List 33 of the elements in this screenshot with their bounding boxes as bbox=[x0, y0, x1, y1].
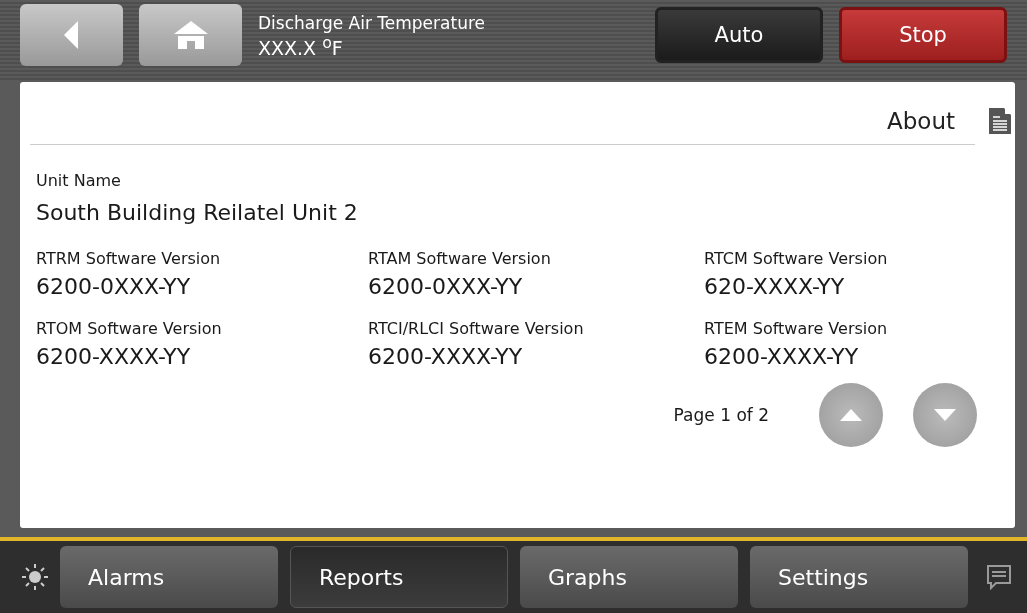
mode-button[interactable]: Auto bbox=[655, 7, 823, 63]
nav-tab[interactable]: Alarms bbox=[60, 546, 278, 608]
chat-icon[interactable] bbox=[986, 564, 1012, 590]
home-button[interactable] bbox=[139, 4, 242, 66]
mode-button[interactable]: Stop bbox=[839, 7, 1007, 63]
home-icon bbox=[173, 21, 208, 49]
document-icon bbox=[989, 108, 1011, 134]
sensor-value: XXX.X $^{o}$F bbox=[258, 32, 344, 60]
field-value: South Building Reilatel Unit 2 bbox=[36, 200, 359, 225]
page-title: About bbox=[887, 108, 955, 134]
up-icon bbox=[840, 409, 862, 421]
down-icon bbox=[934, 409, 956, 421]
nav-tab[interactable]: Reports bbox=[290, 546, 508, 608]
field-label: RTCM Software Version bbox=[704, 249, 889, 268]
back-icon bbox=[63, 21, 80, 49]
sensor-label: Discharge Air Temperature bbox=[258, 12, 486, 33]
field-value: 6200-0XXX-YY bbox=[36, 274, 192, 299]
page-indicator: Page 1 of 2 bbox=[673, 405, 769, 425]
nav-tab[interactable]: Settings bbox=[750, 546, 968, 608]
back-button[interactable] bbox=[20, 4, 123, 66]
field-value: 6200-XXXX-YY bbox=[368, 344, 524, 369]
field-label: RTEM Software Version bbox=[704, 319, 889, 338]
field-label: Unit Name bbox=[36, 171, 122, 190]
field-value: 6200-XXXX-YY bbox=[704, 344, 860, 369]
field-value: 620-XXXX-YY bbox=[704, 274, 846, 299]
field-value: 6200-XXXX-YY bbox=[36, 344, 192, 369]
field-label: RTCI/RLCI Software Version bbox=[368, 319, 585, 338]
brightness-icon[interactable] bbox=[22, 564, 48, 590]
nav-tab[interactable]: Graphs bbox=[520, 546, 738, 608]
field-label: RTRM Software Version bbox=[36, 249, 222, 268]
field-label: RTOM Software Version bbox=[36, 319, 223, 338]
field-value: 6200-0XXX-YY bbox=[368, 274, 524, 299]
field-label: RTAM Software Version bbox=[368, 249, 552, 268]
